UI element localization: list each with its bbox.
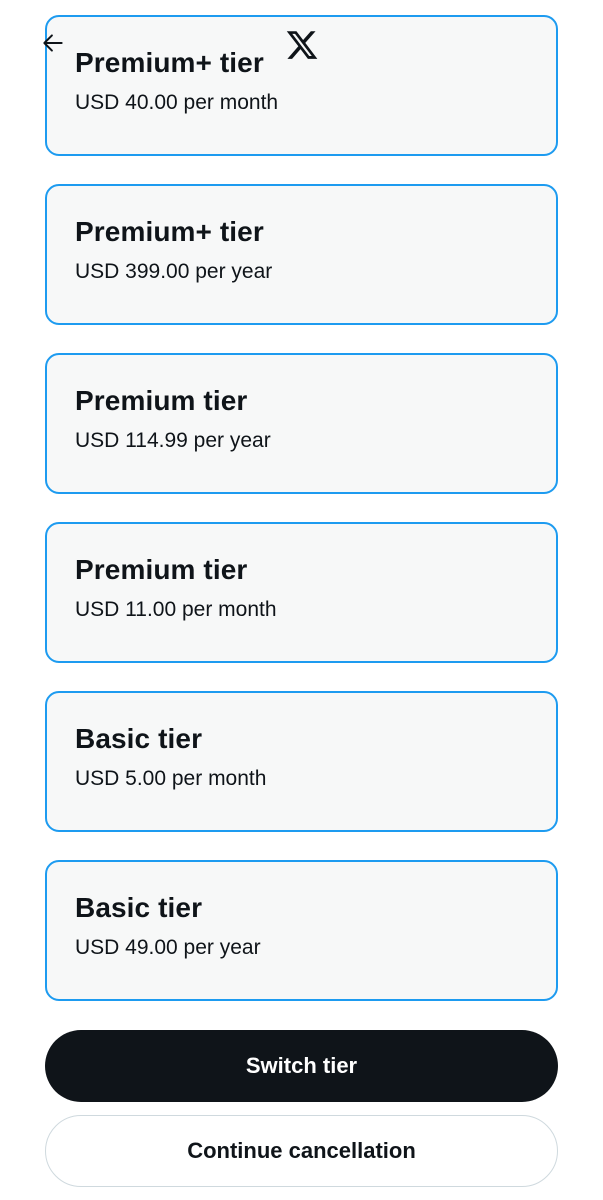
tier-price: USD 11.00 per month [75, 598, 277, 621]
tier-name: Premium tier [75, 554, 248, 585]
tier-option[interactable]: Basic tier USD 49.00 per year [45, 860, 558, 1001]
tier-price: USD 40.00 per month [75, 91, 279, 114]
back-button[interactable] [40, 30, 66, 56]
tier-option[interactable]: Premium+ tier USD 399.00 per year [45, 184, 558, 325]
tier-price: USD 114.99 per year [75, 429, 271, 452]
tier-price: USD 5.00 per month [75, 767, 267, 790]
x-logo-icon [284, 28, 320, 62]
tier-option[interactable]: Premium tier USD 11.00 per month [45, 522, 558, 663]
switch-tier-button[interactable]: Switch tier [45, 1030, 558, 1102]
tier-option[interactable]: Premium tier USD 114.99 per year [45, 353, 558, 494]
tier-option[interactable]: Basic tier USD 5.00 per month [45, 691, 558, 832]
tier-price: USD 399.00 per year [75, 260, 273, 283]
arrow-left-icon [43, 34, 63, 52]
tier-name: Basic tier [75, 892, 203, 923]
tier-name: Premium+ tier [75, 216, 264, 247]
tier-name: Premium tier [75, 385, 248, 416]
tier-options-list: Premium+ tier USD 40.00 per month Premiu… [45, 15, 558, 1029]
tier-name: Basic tier [75, 723, 203, 754]
continue-cancellation-button[interactable]: Continue cancellation [45, 1115, 558, 1187]
tier-price: USD 49.00 per year [75, 936, 261, 959]
